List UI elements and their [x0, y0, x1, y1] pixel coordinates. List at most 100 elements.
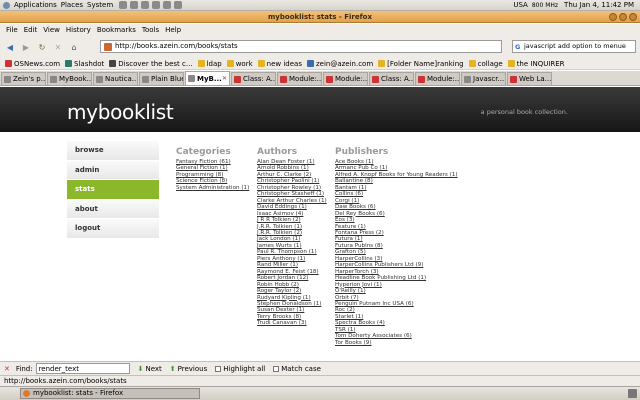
site-tagline: a personal book collection.	[480, 108, 568, 116]
bookmark-item[interactable]: zein@azein.com	[306, 60, 373, 68]
stop-icon[interactable]: ✕	[52, 41, 64, 53]
match-case-checkbox[interactable]: Match case	[273, 365, 321, 373]
bookmark-item[interactable]: collage	[468, 60, 503, 68]
menu-4[interactable]: Bookmarks	[97, 26, 136, 34]
window-titlebar[interactable]: mybooklist: stats - Firefox	[0, 11, 640, 23]
close-icon[interactable]	[629, 13, 637, 21]
sidenav-item-about[interactable]: about	[67, 199, 159, 219]
keyboard-layout[interactable]: USA	[513, 1, 528, 9]
up-arrow-icon: ⬆	[169, 364, 176, 373]
tab-close-icon[interactable]: ✕	[222, 75, 227, 82]
bookmark-label: work	[235, 59, 253, 68]
sidenav-item-stats[interactable]: stats	[67, 180, 159, 200]
browser-tab[interactable]: Web La...✕	[507, 72, 552, 85]
authors-link[interactable]: Trudi Canavan (3)	[257, 320, 327, 326]
home-icon[interactable]: ⌂	[68, 41, 80, 53]
tab-label: Plain Blue	[151, 75, 184, 83]
menu-5[interactable]: Tools	[142, 26, 159, 34]
find-close-icon[interactable]: ✕	[4, 365, 10, 373]
browser-tab[interactable]: MyB... ✕	[185, 71, 230, 85]
taskbar-window-button[interactable]: mybooklist: stats - Firefox	[20, 388, 200, 399]
browser-tab[interactable]: MyBook...✕	[47, 72, 92, 85]
launcher-icon[interactable]	[119, 1, 128, 9]
site-favicon	[104, 43, 112, 51]
categories-column: Categories Fantasy Fiction (61) General F…	[176, 147, 249, 191]
categories-heading: Categories	[176, 147, 231, 157]
browser-tab[interactable]: Javascr...✕	[461, 72, 506, 85]
tab-close-icon[interactable]: ✕	[551, 76, 552, 83]
bookmark-item[interactable]: Discover the best c...	[109, 60, 193, 68]
tab-favicon	[96, 75, 103, 83]
menu-6[interactable]: Help	[165, 26, 181, 34]
browser-tab[interactable]: Module:...✕	[277, 72, 322, 85]
browser-tab[interactable]: Zein's p...✕	[1, 72, 46, 85]
launcher-icon[interactable]	[163, 1, 172, 9]
sidenav-item-admin[interactable]: admin	[67, 160, 159, 180]
browser-tab[interactable]: Class: A...✕	[369, 72, 414, 85]
authors-link[interactable]: Paul R. Thompson (1)	[257, 249, 327, 255]
reload-icon[interactable]: ↻	[36, 41, 48, 53]
panel-menu-1[interactable]: Places	[61, 1, 83, 9]
menu-2[interactable]: View	[43, 26, 60, 34]
down-arrow-icon: ⬇	[137, 364, 144, 373]
publishers-column: Publishers Ace Books (1) Armanc Pub Co (1…	[335, 147, 458, 346]
launcher-icon[interactable]	[152, 1, 161, 9]
minimize-icon[interactable]	[609, 13, 617, 21]
bookmark-item[interactable]: OSNews.com	[5, 60, 60, 68]
tab-label: Javascr...	[473, 75, 505, 83]
trash-icon[interactable]	[628, 389, 637, 398]
bookmark-icon	[378, 60, 386, 67]
panel-menu-2[interactable]: System	[87, 1, 113, 9]
browser-tab[interactable]: Module:...✕	[415, 72, 460, 85]
highlight-all-checkbox[interactable]: Highlight all	[215, 365, 265, 373]
publishers-link[interactable]: Tor Books (9)	[335, 340, 458, 346]
browser-tab[interactable]: Nautica...✕	[93, 72, 138, 85]
menu-0[interactable]: File	[6, 26, 18, 34]
browser-tab[interactable]: Module:...✕	[323, 72, 368, 85]
authors-link[interactable]: Christopher Stasheff (1)	[257, 191, 327, 197]
tab-close-icon[interactable]: ✕	[504, 76, 505, 83]
authors-column: Authors Alan Dean Foster (1) Arnold Robbi…	[257, 147, 327, 327]
bookmark-label: new ideas	[266, 59, 302, 68]
sidenav-item-browse[interactable]: browse	[67, 141, 159, 161]
search-text: javascript add option to menue	[524, 42, 626, 50]
url-bar[interactable]: http://books.azein.com/books/stats	[100, 40, 502, 53]
tab-favicon	[142, 75, 149, 83]
tab-label: MyB...	[197, 74, 222, 83]
bookmark-item[interactable]: new ideas	[257, 59, 302, 68]
applications-icon[interactable]	[3, 1, 10, 9]
find-next-label: Next	[145, 364, 162, 373]
find-next-button[interactable]: ⬇ Next	[138, 365, 162, 373]
bookmark-item[interactable]: [Folder Name]ranking	[378, 60, 464, 68]
authors-heading: Authors	[257, 147, 298, 157]
bookmark-item[interactable]: ldap	[197, 59, 222, 68]
find-input[interactable]	[35, 363, 130, 374]
bookmark-item[interactable]: Slashdot	[65, 60, 104, 68]
browser-tab[interactable]: Plain Blue✕	[139, 72, 184, 85]
tab-label: Class: A...	[381, 75, 414, 83]
bookmark-item[interactable]: work	[226, 59, 253, 68]
publishers-list: Ace Books (1) Armanc Pub Co (1) Alfred A. …	[335, 159, 458, 346]
site-sidenav: browse admin stats about logout	[67, 141, 159, 239]
site-logo[interactable]: mybooklist	[67, 100, 174, 124]
launcher-icon[interactable]	[174, 1, 183, 9]
launcher-icon[interactable]	[141, 1, 150, 9]
maximize-icon[interactable]	[619, 13, 627, 21]
checkbox-box	[215, 365, 222, 372]
tab-label: MyBook...	[59, 75, 92, 83]
back-icon[interactable]: ◀	[4, 41, 16, 53]
bookmark-item[interactable]: the INQUIRER	[507, 60, 565, 68]
authors-link[interactable]: Christopher Paolini (1)	[257, 178, 327, 184]
launcher-icon[interactable]	[130, 1, 139, 9]
panel-menu-0[interactable]: Applications	[14, 1, 57, 9]
sidenav-item-logout[interactable]: logout	[67, 219, 159, 239]
forward-icon[interactable]: ▶	[20, 41, 32, 53]
menu-3[interactable]: History	[66, 26, 91, 34]
panel-clock[interactable]: Thu Jan 4, 11:42 PM	[564, 1, 634, 9]
menu-1[interactable]: Edit	[24, 26, 38, 34]
categories-link[interactable]: System Administration (1)	[176, 185, 249, 191]
bookmark-label: ldap	[206, 59, 222, 68]
search-box[interactable]: G javascript add option to menue	[512, 40, 636, 53]
find-previous-button[interactable]: ⬆ Previous	[170, 365, 207, 373]
browser-tab[interactable]: Class: A...✕	[231, 72, 276, 85]
